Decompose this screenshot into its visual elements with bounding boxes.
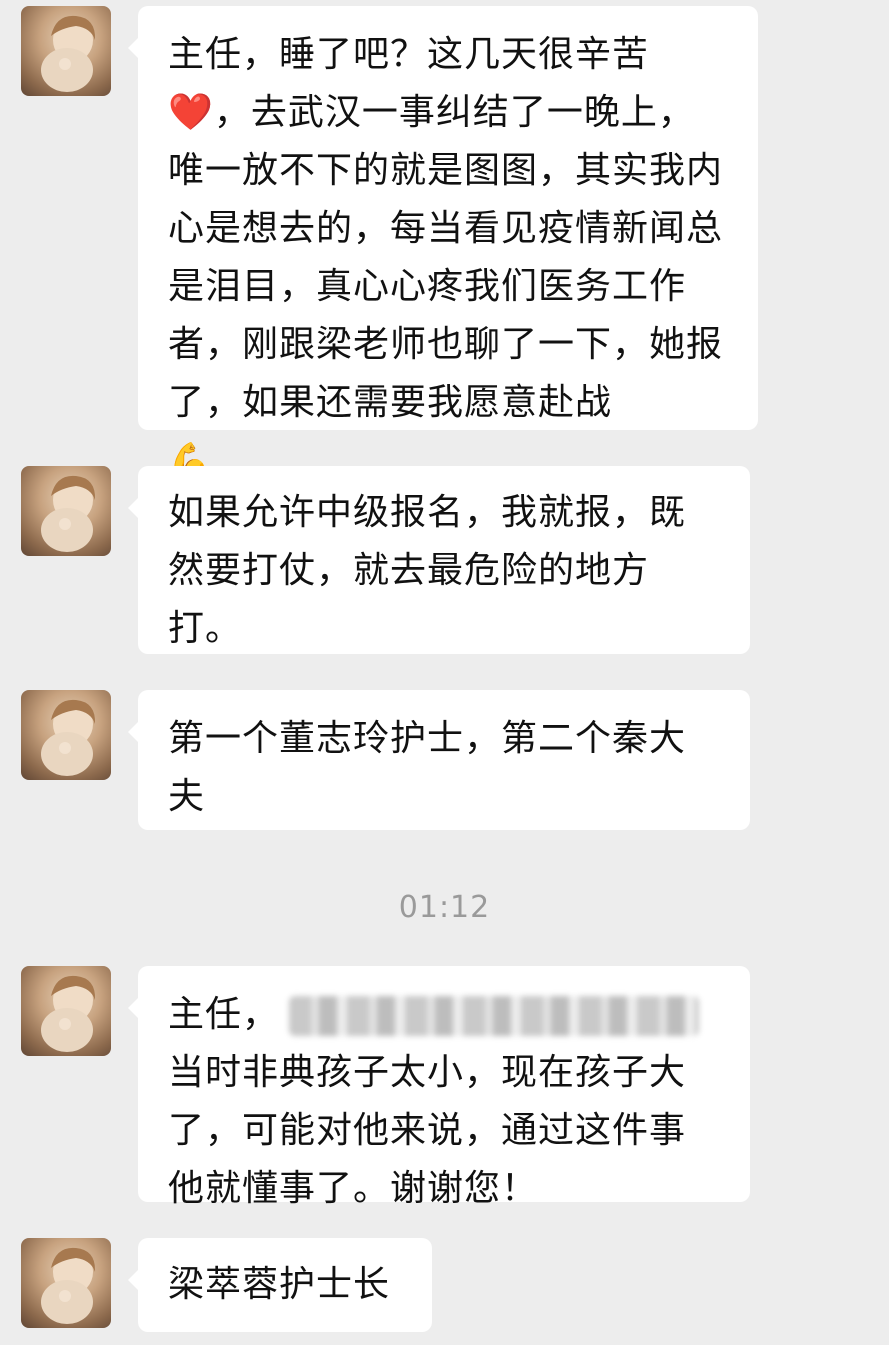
message-bubble[interactable]: 梁萃蓉护士长 [128,1238,432,1332]
message-text: ，去武汉一事纠结了一晚上，唯一放不下的就是图图，其实我内心是想去的，每当看见疫情… [168,92,724,423]
avatar[interactable] [21,966,111,1056]
avatar[interactable] [21,466,111,556]
child-portrait-icon [41,15,96,92]
message-bubble[interactable]: 主任，睡了吧？这几天很辛苦 ❤️，去武汉一事纠结了一晚上，唯一放不下的就是图图，其… [128,6,758,481]
avatar[interactable] [21,690,111,780]
avatar[interactable] [21,1238,111,1328]
message-bubble[interactable]: 第一个董志玲护士，第二个秦大夫 [128,690,750,830]
message-text: 主任，睡了吧？这几天很辛苦 [168,34,650,75]
message-text: 如果允许中级报名，我就报，既然要打仗，就去最危险的地方打。 [168,492,687,649]
message-text: 第一个董志玲护士，第二个秦大夫 [168,718,687,817]
redacted-text-blur [289,996,700,1036]
child-portrait-icon [41,475,96,552]
message-bubble[interactable]: 主任， 当时非典孩子太小，现在孩子大了，可能对他来说，通过这件事他就懂事了。谢谢您… [128,966,750,1209]
message-text: 当时非典孩子太小，现在孩子大了，可能对他来说，通过这件事他就懂事了。谢谢您！ [168,1052,687,1209]
chat-window: 主任，睡了吧？这几天很辛苦 ❤️，去武汉一事纠结了一晚上，唯一放不下的就是图图，其… [0,0,889,1345]
child-portrait-icon [41,699,96,776]
message-timestamp: 01:12 [398,890,491,925]
message-text: 主任， [168,994,280,1035]
message-bubble[interactable]: 如果允许中级报名，我就报，既然要打仗，就去最危险的地方打。 [128,466,750,654]
child-portrait-icon [41,975,96,1052]
heart-emoji-icon: ❤️ [168,92,214,133]
message-text: 梁萃蓉护士长 [168,1264,391,1305]
avatar[interactable] [21,6,111,96]
child-portrait-icon [41,1247,96,1324]
